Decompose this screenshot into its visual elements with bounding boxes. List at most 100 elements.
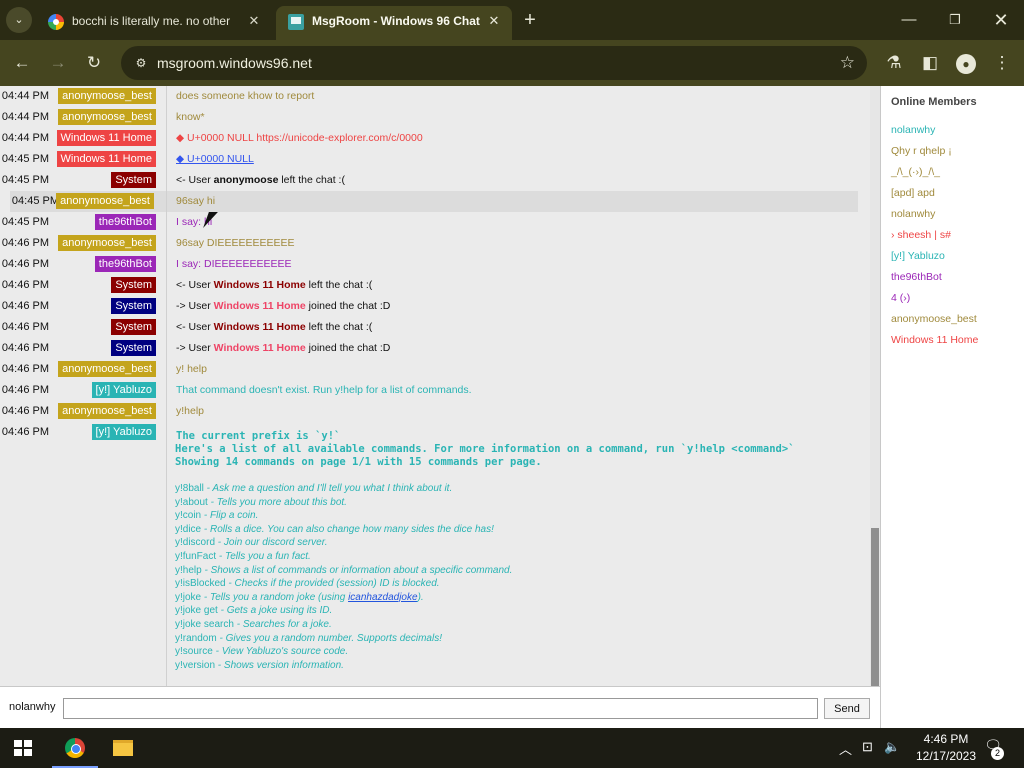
message-time: 04:46 PM	[1, 300, 49, 312]
message-text: <- User anonymoose left the chat :(	[176, 174, 345, 186]
member-item[interactable]: Windows 11 Home	[891, 334, 978, 346]
message-text: ◆ U+0000 NULL https://unicode-explorer.c…	[176, 132, 423, 144]
side-panel-icon[interactable]: ◧	[917, 50, 943, 76]
message-time: 04:46 PM	[1, 258, 49, 270]
chat-scrollbar[interactable]	[870, 86, 880, 686]
scroll-thumb[interactable]	[871, 528, 879, 686]
member-item[interactable]: anonymoose_best	[891, 313, 977, 325]
member-item[interactable]: nolanwhy	[891, 208, 935, 220]
address-bar[interactable]: ⚙ msgroom.windows96.net ☆	[121, 46, 867, 80]
message-time: 04:44 PM	[1, 111, 49, 123]
user-badge[interactable]: System	[111, 277, 156, 293]
chat-message: 04:46 PM anonymoose_best y!help	[0, 401, 870, 422]
user-badge[interactable]: System	[111, 298, 156, 314]
user-badge[interactable]: [y!] Yabluzo	[91, 424, 156, 440]
tab-bocchi[interactable]: bocchi is literally me. no other ✕	[36, 6, 272, 40]
user-badge[interactable]: anonymoose_best	[58, 361, 156, 377]
user-badge[interactable]: System	[111, 319, 156, 335]
command-description: Shows version information.	[223, 659, 344, 671]
user-badge[interactable]: the96thBot	[94, 256, 156, 272]
system-username: Windows 11 Home	[213, 342, 306, 354]
network-icon[interactable]: ⊡	[862, 739, 873, 755]
member-item[interactable]: Qhy r qhelp ¡	[891, 145, 952, 157]
message-text: That command doesn't exist. Run y!help f…	[176, 384, 472, 396]
message-text: 96say hi	[176, 195, 216, 207]
command-name: y!about	[175, 496, 208, 508]
start-icon[interactable]	[14, 740, 32, 756]
volume-icon[interactable]: 🔈	[884, 739, 900, 755]
message-text: <- User Windows 11 Home left the chat :(	[176, 321, 372, 333]
profile-icon[interactable]: ●	[953, 50, 979, 76]
help-command-line: y!8ball - Ask me a question and I'll tel…	[175, 483, 453, 494]
msgroom-favicon-icon	[288, 14, 304, 30]
message-text: y! help	[176, 363, 207, 375]
site-info-icon[interactable]: ⚙	[133, 55, 149, 71]
new-tab-button[interactable]: +	[518, 9, 542, 33]
members-title: Online Members	[891, 96, 977, 108]
message-time: 04:45 PM	[1, 216, 49, 228]
icanhazdadjoke-link[interactable]: icanhazdadjoke	[348, 592, 418, 603]
google-favicon-icon	[48, 14, 64, 30]
help-command-line: y!about - Tells you more about this bot.	[175, 496, 347, 508]
star-icon[interactable]: ☆	[840, 53, 855, 73]
help-command-line: y!help - Shows a list of commands or inf…	[175, 564, 513, 576]
member-item[interactable]: [apd] apd	[891, 187, 935, 199]
command-name: y!version	[175, 659, 216, 671]
user-badge[interactable]: System	[111, 172, 156, 188]
url-text[interactable]: msgroom.windows96.net	[157, 55, 312, 71]
close-icon[interactable]: ✕	[244, 11, 264, 31]
help-command-line: y!joke - Tells you a random joke (using …	[175, 591, 424, 603]
member-item[interactable]: _/\_(·›)_/\_	[891, 166, 940, 178]
menu-icon[interactable]: ⋮	[989, 50, 1015, 76]
tab-search-button[interactable]: ⌄	[6, 7, 32, 33]
message-text: -> User Windows 11 Home joined the chat …	[176, 300, 390, 312]
member-item[interactable]: › sheesh | s#	[891, 229, 951, 241]
command-name: y!joke search	[175, 618, 234, 630]
clock-time[interactable]: 4:46 PM	[916, 732, 976, 746]
chat-log[interactable]: 04:44 PM anonymoose_best does someone khow…	[0, 86, 870, 686]
message-input[interactable]	[63, 698, 818, 719]
user-badge[interactable]: anonymoose_best	[58, 109, 156, 125]
command-description: Tells you a random joke (using	[210, 591, 349, 603]
send-button[interactable]: Send	[824, 698, 870, 719]
help-command-line: y!coin - Flip a coin.	[175, 510, 259, 522]
nickname-label[interactable]: nolanwhy	[9, 701, 55, 713]
clock-date[interactable]: 12/17/2023	[910, 749, 982, 763]
forward-button[interactable]: →	[45, 50, 71, 76]
tray-chevron-icon[interactable]: ︿	[839, 739, 852, 758]
member-item[interactable]: nolanwhy	[891, 124, 935, 136]
message-time: 04:45 PM	[1, 153, 49, 165]
help-command-line: y!random - Gives you a random number. Su…	[175, 632, 442, 644]
system-username: Windows 11 Home	[213, 300, 306, 312]
command-description: View Yabluzo's source code.	[221, 646, 349, 658]
member-item[interactable]: the96thBot	[891, 271, 942, 283]
back-button[interactable]: ←	[9, 50, 35, 76]
minimize-button[interactable]: —	[886, 4, 932, 36]
tab-msgroom[interactable]: MsgRoom - Windows 96 Chat ✕	[276, 6, 512, 40]
user-badge[interactable]: anonymoose_best	[58, 88, 156, 104]
tab-title: MsgRoom - Windows 96 Chat	[312, 14, 480, 28]
reload-button[interactable]: ↻	[81, 50, 107, 76]
close-window-button[interactable]: ✕	[978, 4, 1024, 36]
member-item[interactable]: [y!] Yabluzo	[891, 250, 945, 262]
user-badge[interactable]: [y!] Yabluzo	[91, 382, 156, 398]
message-time: 04:46 PM	[1, 237, 49, 249]
user-badge[interactable]: anonymoose_best	[56, 193, 154, 209]
chat-message: 04:44 PM Windows 11 Home ◆ U+0000 NULL htt…	[0, 128, 870, 149]
command-name: y!coin	[175, 510, 202, 522]
file-explorer-icon[interactable]	[100, 728, 146, 768]
user-badge[interactable]: System	[111, 340, 156, 356]
labs-icon[interactable]: ⚗	[881, 50, 907, 76]
user-badge[interactable]: anonymoose_best	[58, 235, 156, 251]
close-icon[interactable]: ✕	[484, 11, 504, 31]
user-badge[interactable]: Windows 11 Home	[56, 151, 156, 167]
system-suffix: joined the chat :D	[305, 342, 391, 354]
user-badge[interactable]: Windows 11 Home	[56, 130, 156, 146]
maximize-button[interactable]: ❐	[932, 4, 978, 36]
user-badge[interactable]: the96thBot	[94, 214, 156, 230]
message-text: y!help	[176, 405, 205, 417]
member-item[interactable]: 4 (›)	[891, 292, 910, 304]
user-badge[interactable]: anonymoose_best	[58, 403, 156, 419]
chrome-icon[interactable]	[52, 728, 98, 768]
chat-message: 04:46 PM System <- User Windows 11 Home le…	[0, 275, 870, 296]
